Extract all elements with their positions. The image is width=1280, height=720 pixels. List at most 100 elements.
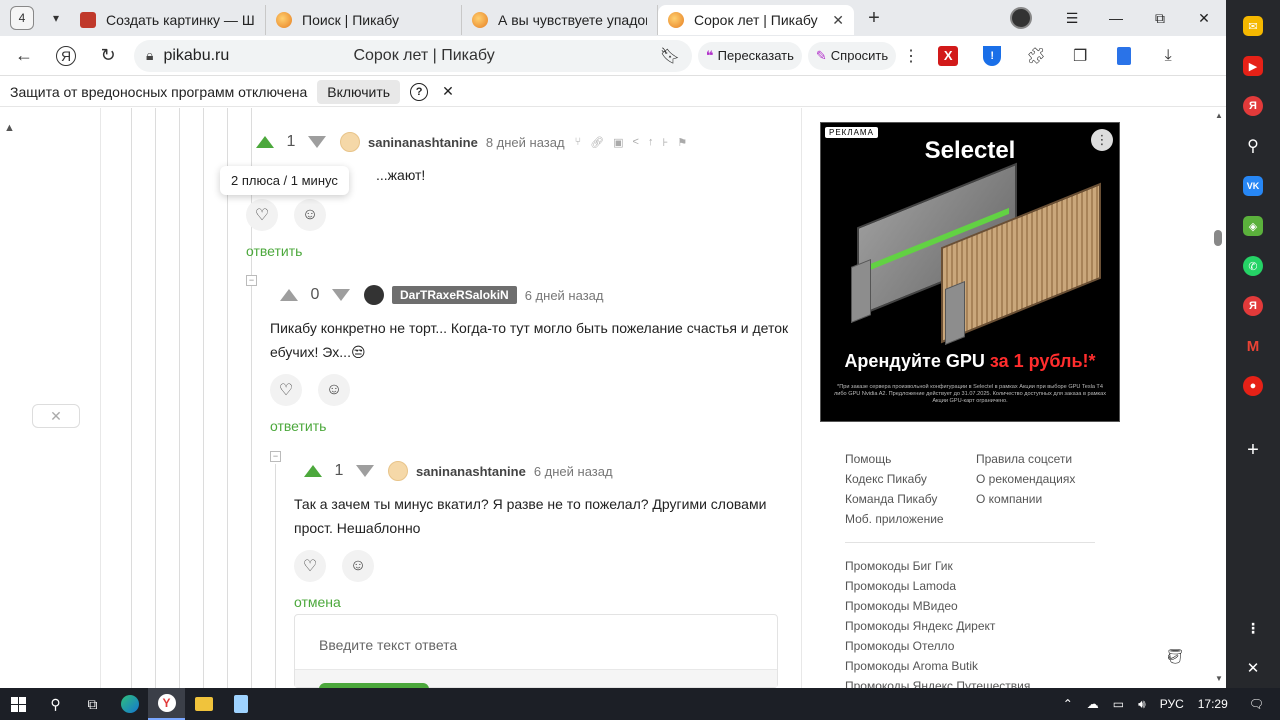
thread-icon[interactable]: ⊦ bbox=[662, 136, 668, 149]
page-scrollbar[interactable] bbox=[1212, 108, 1226, 688]
add-panel-icon[interactable]: + bbox=[1243, 439, 1263, 461]
windows-start-icon[interactable] bbox=[0, 688, 37, 720]
yandex-browser-icon[interactable]: Y bbox=[148, 688, 185, 720]
like-heart-icon[interactable]: ♡ bbox=[294, 550, 326, 582]
panel-close-icon[interactable]: ✕ bbox=[1243, 658, 1263, 678]
branch-icon[interactable]: ⑂ bbox=[575, 136, 582, 149]
collapse-thread-toggle[interactable]: − bbox=[246, 275, 257, 286]
collections-icon[interactable]: ❐ bbox=[1058, 38, 1102, 74]
reply-input[interactable]: Введите текст ответа bbox=[294, 614, 778, 688]
downvote-icon[interactable] bbox=[356, 465, 374, 477]
youtube-icon[interactable]: ▶ bbox=[1243, 56, 1263, 76]
tab-active-sorok-let[interactable]: Сорок лет | Пикабу ✕ bbox=[658, 5, 854, 35]
close-bar-icon[interactable]: ✕ bbox=[442, 83, 454, 100]
link-about[interactable]: О компании bbox=[976, 492, 1126, 506]
profile-avatar[interactable] bbox=[1010, 7, 1032, 29]
help-icon[interactable]: ? bbox=[410, 82, 429, 101]
minimize-icon[interactable]: — bbox=[1094, 10, 1138, 26]
restore-icon[interactable]: ⧉ bbox=[1138, 10, 1182, 27]
url-field[interactable]: 🔒︎ pikabu.ru Сорок лет | Пикабу 🔖︎ bbox=[134, 39, 692, 72]
music-icon[interactable]: ● bbox=[1243, 376, 1263, 396]
reload-icon[interactable]: ↻ bbox=[90, 38, 126, 74]
link-icon[interactable]: 🔗︎ bbox=[590, 136, 604, 149]
username[interactable]: saninanashtanine bbox=[368, 135, 478, 150]
tab-pikabu-search[interactable]: Поиск | Пикабу bbox=[266, 5, 462, 35]
reply-link[interactable]: ответить bbox=[270, 418, 790, 434]
link-mobile-app[interactable]: Моб. приложение bbox=[845, 512, 976, 526]
panel-more-icon[interactable]: ⋮ bbox=[1243, 618, 1263, 638]
scroll-up-arrow-icon[interactable]: ▲ bbox=[1212, 111, 1226, 120]
report-flag-icon[interactable]: ⚑ bbox=[677, 136, 687, 149]
back-arrow-icon[interactable]: ← bbox=[6, 38, 42, 74]
extension-shield-icon[interactable]: ! bbox=[970, 38, 1014, 74]
avatar[interactable] bbox=[340, 132, 360, 152]
comment-date[interactable]: 8 дней назад bbox=[486, 135, 565, 150]
ask-button[interactable]: ✎ Спросить bbox=[807, 41, 897, 70]
promo-link[interactable]: Промокоды Биг Гик bbox=[845, 559, 1126, 573]
upvote-icon[interactable] bbox=[304, 465, 322, 477]
yandex-alt-icon[interactable]: Я bbox=[1243, 296, 1263, 316]
bookmark-icon[interactable]: 🔖︎ bbox=[660, 46, 680, 66]
left-close-icon[interactable]: ✕ bbox=[32, 404, 80, 428]
onedrive-icon[interactable]: ☁ bbox=[1087, 697, 1099, 711]
promo-link[interactable]: Промокоды Яндекс Путешествия bbox=[845, 679, 1126, 688]
cancel-reply-link[interactable]: отмена bbox=[294, 594, 788, 610]
window-close-icon[interactable]: ✕ bbox=[1182, 10, 1226, 27]
comment-date[interactable]: 6 дней назад bbox=[534, 464, 613, 479]
share-icon[interactable]: < bbox=[633, 136, 639, 149]
tab-shedevrum[interactable]: Создать картинку — Шед bbox=[70, 5, 266, 35]
username[interactable]: saninanashtanine bbox=[416, 464, 526, 479]
notepad-icon[interactable] bbox=[222, 688, 259, 720]
paint-bucket-icon[interactable]: 🪣︎ bbox=[1166, 648, 1184, 665]
promo-link[interactable]: Промокоды Aroma Butik bbox=[845, 659, 1126, 673]
file-explorer-icon[interactable] bbox=[185, 688, 222, 720]
avatar[interactable] bbox=[388, 461, 408, 481]
promo-link[interactable]: Промокоды Яндекс Директ bbox=[845, 619, 1126, 633]
notifications-icon[interactable]: 🗨︎ bbox=[1249, 697, 1264, 711]
downvote-icon[interactable] bbox=[332, 289, 350, 301]
promo-link[interactable]: Промокоды Отелло bbox=[845, 639, 1126, 653]
yandex-icon[interactable]: Я bbox=[1243, 96, 1263, 116]
network-icon[interactable]: ▭ bbox=[1113, 697, 1124, 711]
clock[interactable]: 17:29 bbox=[1198, 697, 1228, 711]
extensions-puzzle-icon[interactable]: 🧩︎ bbox=[1014, 38, 1058, 74]
vk-icon[interactable]: VK bbox=[1243, 176, 1263, 196]
like-heart-icon[interactable]: ♡ bbox=[246, 199, 278, 231]
retell-button[interactable]: ❝ Пересказать bbox=[698, 41, 802, 70]
avatar[interactable] bbox=[364, 285, 384, 305]
scroll-down-arrow-icon[interactable]: ▼ bbox=[1212, 674, 1226, 683]
more-options-icon[interactable]: ⋮ bbox=[896, 38, 926, 74]
link-social-rules[interactable]: Правила соцсети bbox=[976, 452, 1126, 466]
games-icon[interactable]: ◈ bbox=[1243, 216, 1263, 236]
link-codex[interactable]: Кодекс Пикабу bbox=[845, 472, 976, 486]
comment-date[interactable]: 6 дней назад bbox=[525, 288, 604, 303]
add-reaction-icon[interactable]: ☺ bbox=[318, 374, 350, 406]
search-icon[interactable]: ⚲ bbox=[1243, 136, 1263, 156]
tab-list-chevron-icon[interactable]: ▾ bbox=[42, 4, 70, 32]
collapse-thread-toggle[interactable]: − bbox=[270, 451, 281, 462]
volume-icon[interactable]: 🔊︎ bbox=[1138, 697, 1146, 712]
scrollbar-thumb[interactable] bbox=[1214, 230, 1222, 246]
tab-close-icon[interactable]: ✕ bbox=[832, 12, 844, 29]
link-team[interactable]: Команда Пикабу bbox=[845, 492, 976, 506]
add-reaction-icon[interactable]: ☺ bbox=[342, 550, 374, 582]
tab-count-button[interactable]: 4 bbox=[10, 6, 34, 30]
upvote-icon[interactable] bbox=[280, 289, 298, 301]
ad-banner[interactable]: РЕКЛАМА ⋮ Selectel Арендуйте GPU за 1 ру… bbox=[820, 122, 1120, 422]
save-icon[interactable]: ▣ bbox=[613, 136, 623, 149]
downvote-icon[interactable] bbox=[308, 136, 326, 148]
downloads-icon[interactable]: ⤓ bbox=[1146, 38, 1190, 74]
edge-icon[interactable] bbox=[111, 688, 148, 720]
task-view-icon[interactable]: ⧉ bbox=[74, 688, 111, 720]
link-recommendations[interactable]: О рекомендациях bbox=[976, 472, 1126, 486]
upvote-icon[interactable] bbox=[256, 136, 274, 148]
gmail-icon[interactable]: M bbox=[1243, 336, 1263, 356]
extension-x-icon[interactable]: X bbox=[926, 38, 970, 74]
extension-doc-icon[interactable] bbox=[1102, 38, 1146, 74]
language-indicator[interactable]: РУС bbox=[1160, 697, 1184, 711]
mail-icon[interactable]: ✉ bbox=[1243, 16, 1263, 36]
tray-chevron-icon[interactable]: ⌃ bbox=[1063, 697, 1073, 711]
search-icon[interactable]: ⚲ bbox=[37, 688, 74, 720]
browser-menu-icon[interactable]: ☰ bbox=[1050, 10, 1094, 27]
yandex-home-icon[interactable]: Я bbox=[48, 38, 84, 74]
